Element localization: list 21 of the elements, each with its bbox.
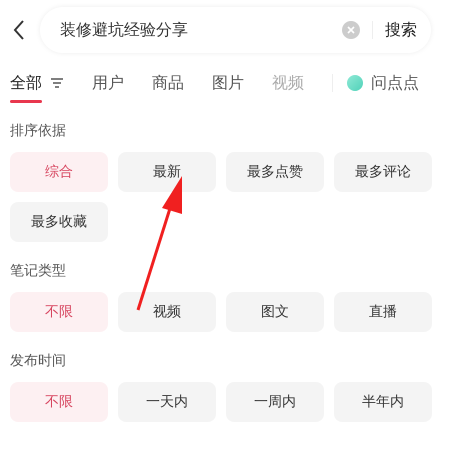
option-chip[interactable]: 最多评论 xyxy=(334,152,432,192)
section-title: 发布时间 xyxy=(10,352,67,370)
option-chip[interactable]: 不限 xyxy=(10,292,108,332)
search-button[interactable]: 搜索 xyxy=(385,20,417,40)
search-field[interactable]: 装修避坑经验分享 搜索 xyxy=(40,7,431,53)
option-chip[interactable]: 最多点赞 xyxy=(226,152,324,192)
option-chip[interactable]: 不限 xyxy=(10,382,108,422)
option-chip[interactable]: 视频 xyxy=(118,292,216,332)
section-title: 排序依据 xyxy=(10,122,67,140)
option-chip[interactable]: 一天内 xyxy=(118,382,216,422)
filter-icon[interactable] xyxy=(50,77,64,89)
option-chip[interactable]: 最多收藏 xyxy=(10,202,108,242)
option-chip[interactable]: 图文 xyxy=(226,292,324,332)
section-title: 笔记类型 xyxy=(10,262,67,280)
option-chip[interactable]: 一周内 xyxy=(226,382,324,422)
option-chip[interactable]: 半年内 xyxy=(334,382,432,422)
option-chip[interactable]: 最新 xyxy=(118,152,216,192)
bubble-icon xyxy=(347,75,363,91)
option-chip[interactable]: 直播 xyxy=(334,292,432,332)
back-icon[interactable] xyxy=(12,19,26,41)
option-chip[interactable]: 综合 xyxy=(10,152,108,192)
